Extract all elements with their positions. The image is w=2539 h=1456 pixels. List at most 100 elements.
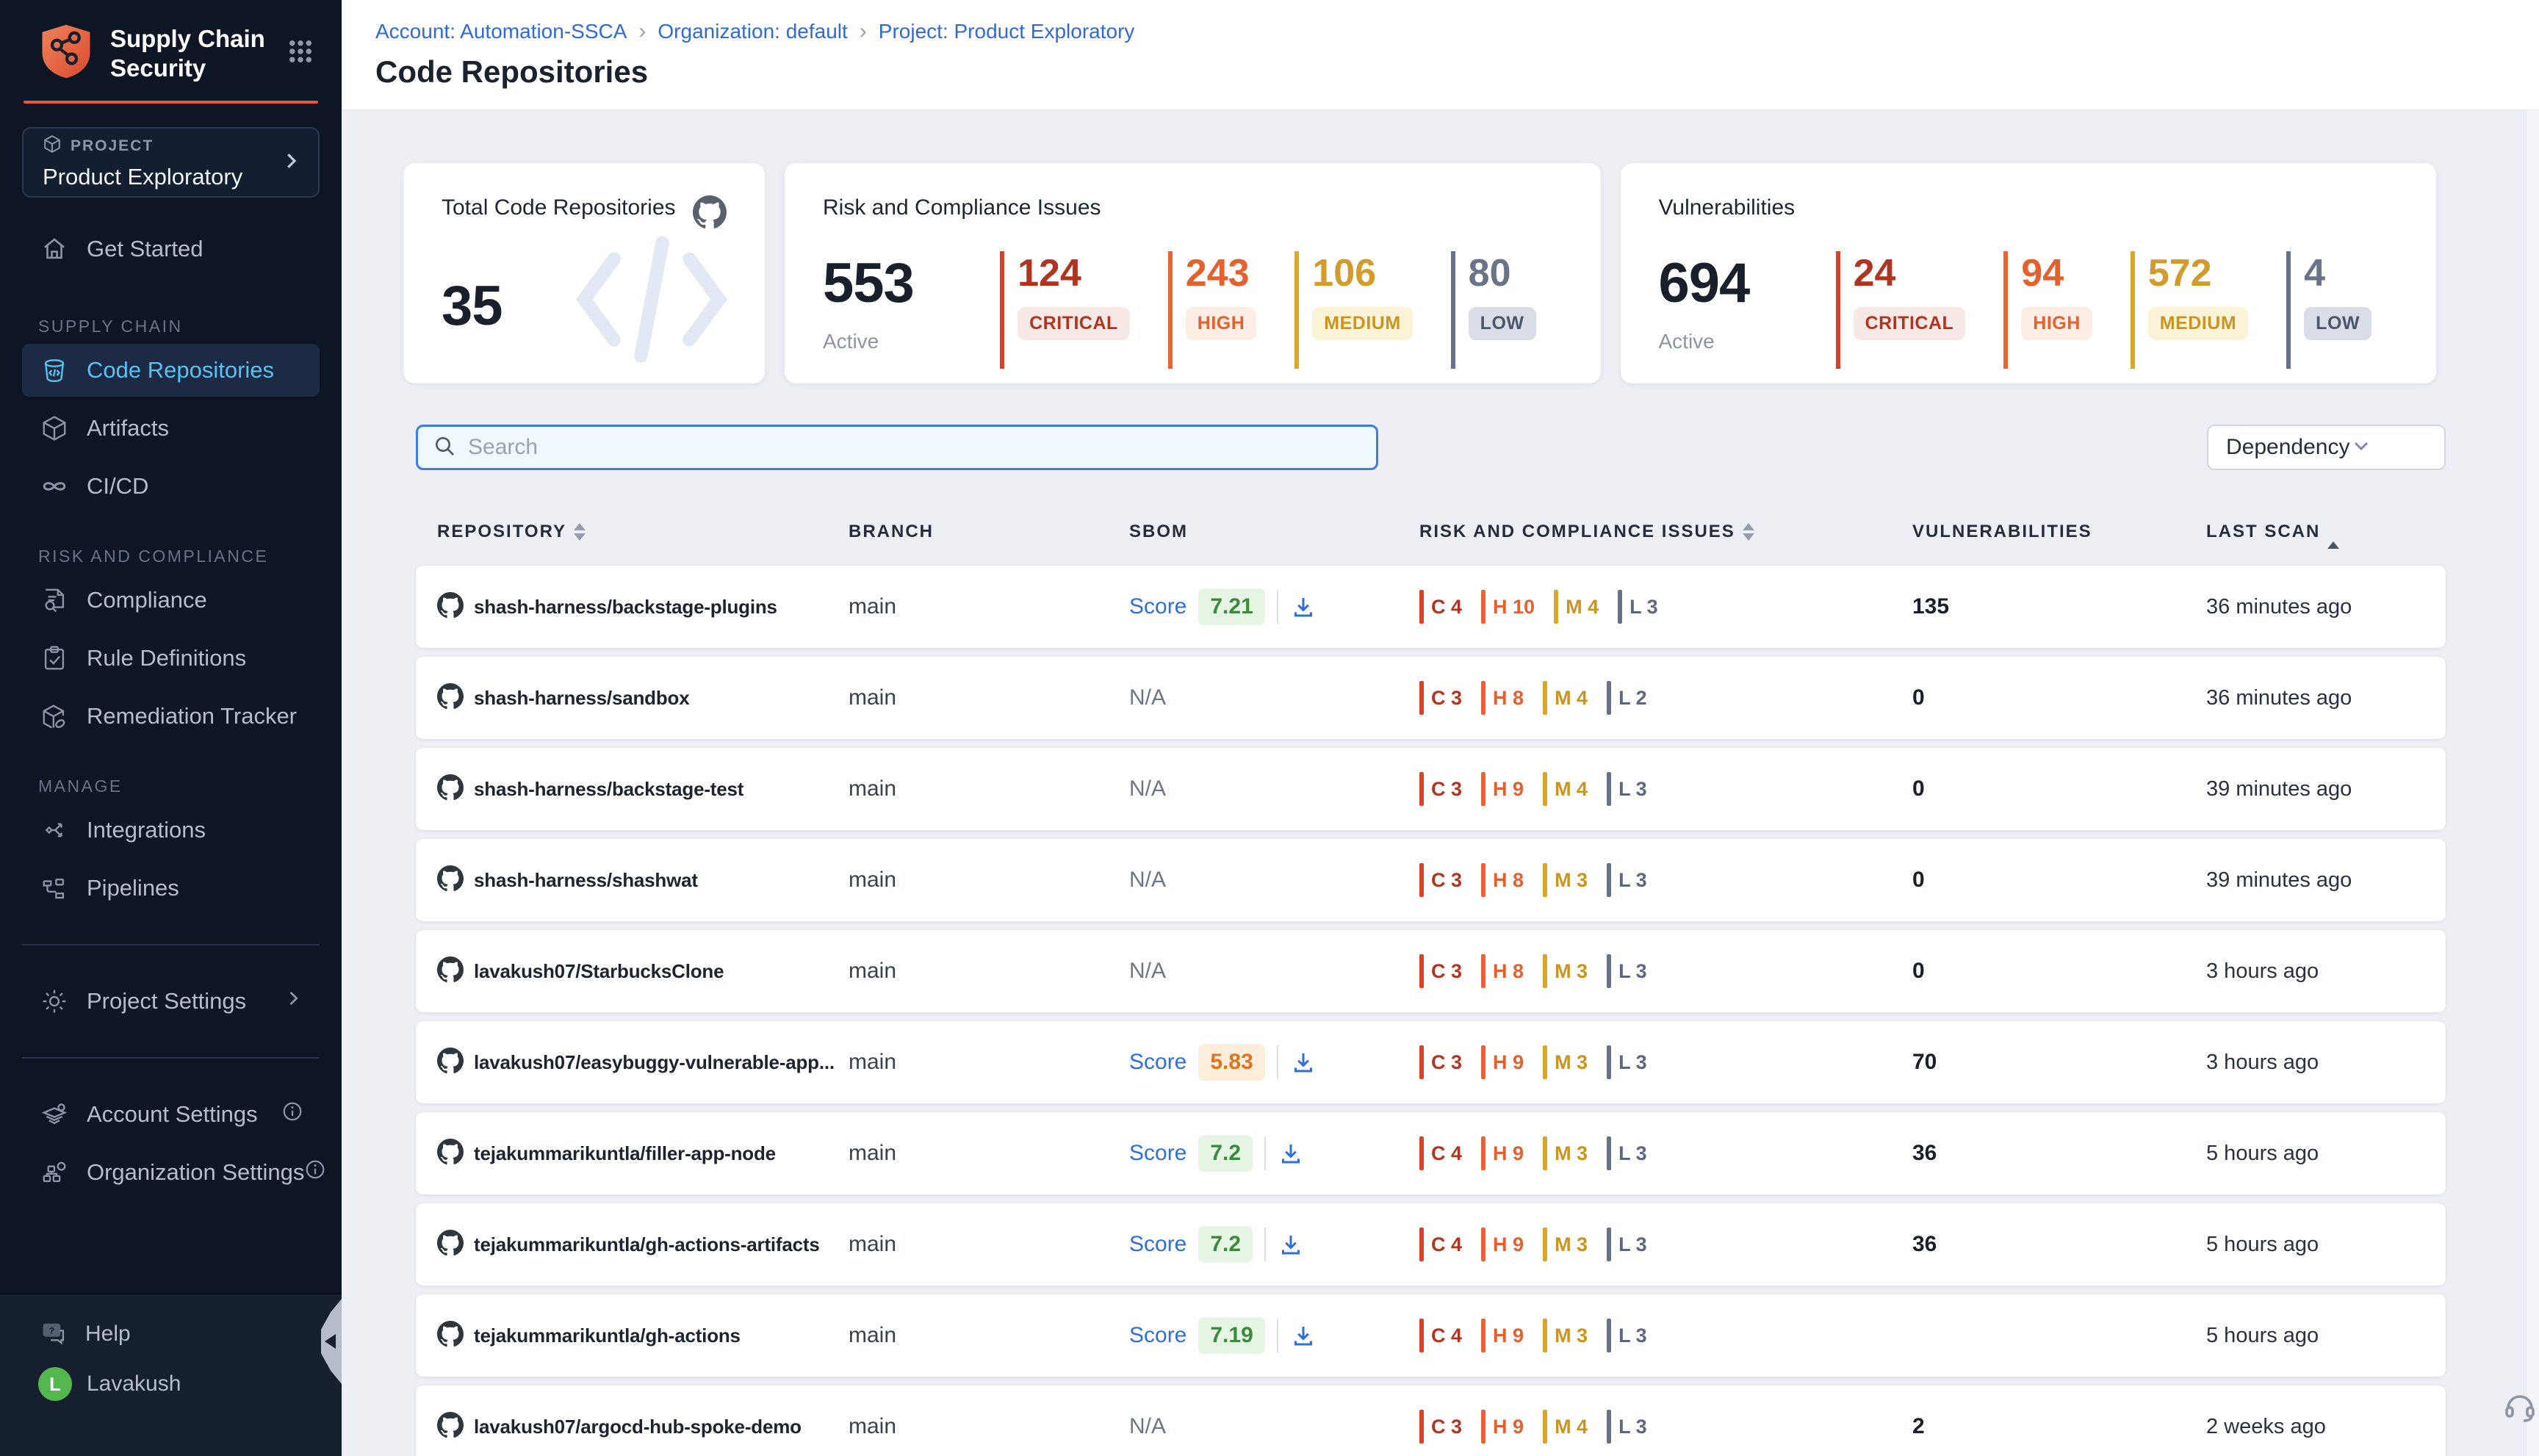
vulnerability-count: 135 [1912,594,2206,619]
issue-chip-high: H 8 [1481,954,1524,988]
sbom-download-button[interactable] [1278,1231,1304,1258]
issue-chip-critical: C 3 [1419,772,1462,806]
github-icon [437,1321,464,1351]
divider [1277,590,1278,624]
vulnerability-count: 36 [1912,1141,2206,1166]
table-row[interactable]: lavakush07/easybuggy-vulnerable-app... m… [416,1021,2446,1103]
issue-chip-critical: C 4 [1419,590,1462,624]
github-icon [437,1048,464,1078]
sbom-cell: Score 7.21 [1129,588,1419,625]
issue-chip-low: L 3 [1607,1410,1647,1444]
table-row[interactable]: shash-harness/backstage-plugins main Sco… [416,566,2446,648]
vulnerability-count: 0 [1912,868,2206,893]
search-icon [433,434,456,461]
severity-badge: CRITICAL [1018,307,1130,340]
sidebar-item-cicd[interactable]: CI/CD [22,460,320,513]
section-risk-compliance: RISK AND COMPLIANCE [38,547,320,566]
risk-total-value: 553 [823,251,914,315]
issue-chip-critical: C 3 [1419,1045,1462,1079]
active-label: Active [823,330,914,353]
repo-name: lavakush07/easybuggy-vulnerable-app... [474,1051,835,1074]
breadcrumb-separator: › [638,19,646,44]
info-icon[interactable] [281,1100,303,1128]
summary-cards: Total Code Repositories 35 Risk and Comp… [403,163,2436,383]
table-row[interactable]: tejakummarikuntla/gh-actions main Score … [416,1294,2446,1377]
severity-badge: MEDIUM [2148,307,2248,340]
chevron-right-icon [283,988,303,1014]
table-header: REPOSITORY BRANCH SBOM RISK AND COMPLIAN… [416,517,2446,547]
last-scan: 5 hours ago [2206,1233,2424,1257]
home-icon [38,235,71,263]
info-icon[interactable] [304,1158,326,1186]
column-last-scan[interactable]: LAST SCAN [2206,522,2424,542]
issue-chip-medium: M 3 [1543,863,1588,897]
last-scan: 5 hours ago [2206,1324,2424,1348]
sidebar-item-pipelines[interactable]: Pipelines [22,862,320,915]
sidebar-item-rule-definitions[interactable]: Rule Definitions [22,632,320,685]
breadcrumb-account[interactable]: Account: Automation-SSCA [375,20,627,43]
sidebar-item-account-settings[interactable]: Account Settings [22,1088,320,1141]
table-row[interactable]: shash-harness/sandbox main N/A C 3H 8M 4… [416,657,2446,739]
sidebar-item-organization-settings[interactable]: Organization Settings [22,1146,320,1199]
branch-name: main [849,868,1129,893]
sidebar-item-project-settings[interactable]: Project Settings [22,975,320,1028]
sidebar-item-compliance[interactable]: Compliance [22,574,320,627]
last-scan: 3 hours ago [2206,959,2424,984]
sidebar-item-integrations[interactable]: Integrations [22,804,320,857]
issue-chip-high: H 9 [1481,1410,1524,1444]
sidebar-item-code-repositories[interactable]: Code Repositories [22,344,320,397]
search-input[interactable] [468,435,1361,460]
github-icon [437,683,464,713]
branch-name: main [849,1232,1129,1257]
branch-name: main [849,594,1129,619]
sidebar-item-get-started[interactable]: Get Started [22,223,320,275]
app-title: Supply Chain Security [110,24,286,83]
apps-grid-icon[interactable] [286,37,315,70]
sbom-download-button[interactable] [1290,594,1317,620]
support-headset-icon[interactable] [2502,1389,2538,1428]
issue-chip-critical: C 3 [1419,1410,1462,1444]
chevron-down-icon [2349,434,2373,461]
help-button[interactable]: ? Help [22,1311,320,1358]
filter-dropdown[interactable]: Dependency [2207,425,2446,470]
doc-search-icon [38,586,71,614]
table-row[interactable]: tejakummarikuntla/gh-actions-artifacts m… [416,1203,2446,1286]
sidebar-nav: Get Started SUPPLY CHAIN Code Repositori… [0,223,342,1199]
scrollbar-gutter[interactable] [2526,110,2539,1456]
repo-name: shash-harness/shashwat [474,869,698,892]
project-selector[interactable]: PROJECT Product Exploratory [22,127,320,198]
issue-chip-high: H 9 [1481,1045,1524,1079]
github-icon [437,1412,464,1442]
issue-chip-critical: C 4 [1419,1228,1462,1261]
sbom-download-button[interactable] [1278,1140,1304,1167]
table-row[interactable]: lavakush07/argocd-hub-spoke-demo main N/… [416,1385,2446,1456]
column-risk-issues[interactable]: RISK AND COMPLIANCE ISSUES [1419,522,1912,542]
last-scan: 36 minutes ago [2206,595,2424,619]
issue-chip-medium: M 3 [1543,1045,1588,1079]
sidebar-divider [22,1057,320,1059]
last-scan: 36 minutes ago [2206,686,2424,710]
issue-chip-high: H 10 [1481,590,1535,624]
table-row[interactable]: shash-harness/backstage-test main N/A C … [416,748,2446,830]
sidebar-item-remediation-tracker[interactable]: Remediation Tracker [22,690,320,743]
table-row[interactable]: tejakummarikuntla/filler-app-node main S… [416,1112,2446,1194]
column-repository[interactable]: REPOSITORY [437,522,849,542]
divider [1264,1228,1266,1261]
table-row[interactable]: lavakush07/StarbucksClone main N/A C 3H … [416,930,2446,1012]
sbom-download-button[interactable] [1290,1322,1317,1349]
sidebar-divider [22,944,320,945]
branch-name: main [849,776,1129,801]
table-row[interactable]: shash-harness/shashwat main N/A C 3H 8M … [416,839,2446,921]
breadcrumb-project[interactable]: Project: Product Exploratory [879,20,1135,43]
score-value: 7.2 [1198,1135,1253,1172]
section-supply-chain: SUPPLY CHAIN [38,317,320,336]
issues-cell: C 3H 8M 3L 3 [1419,863,1912,897]
sbom-cell: Score 5.83 [1129,1044,1419,1081]
sbom-download-button[interactable] [1290,1049,1317,1075]
issue-chip-low: L 2 [1607,681,1647,715]
sidebar-item-artifacts[interactable]: Artifacts [22,402,320,455]
user-menu[interactable]: L Lavakush [22,1361,320,1408]
breadcrumb-organization[interactable]: Organization: default [658,20,847,43]
issue-chip-medium: M 3 [1543,1319,1588,1352]
sbom-cell: Score 7.2 [1129,1226,1419,1263]
